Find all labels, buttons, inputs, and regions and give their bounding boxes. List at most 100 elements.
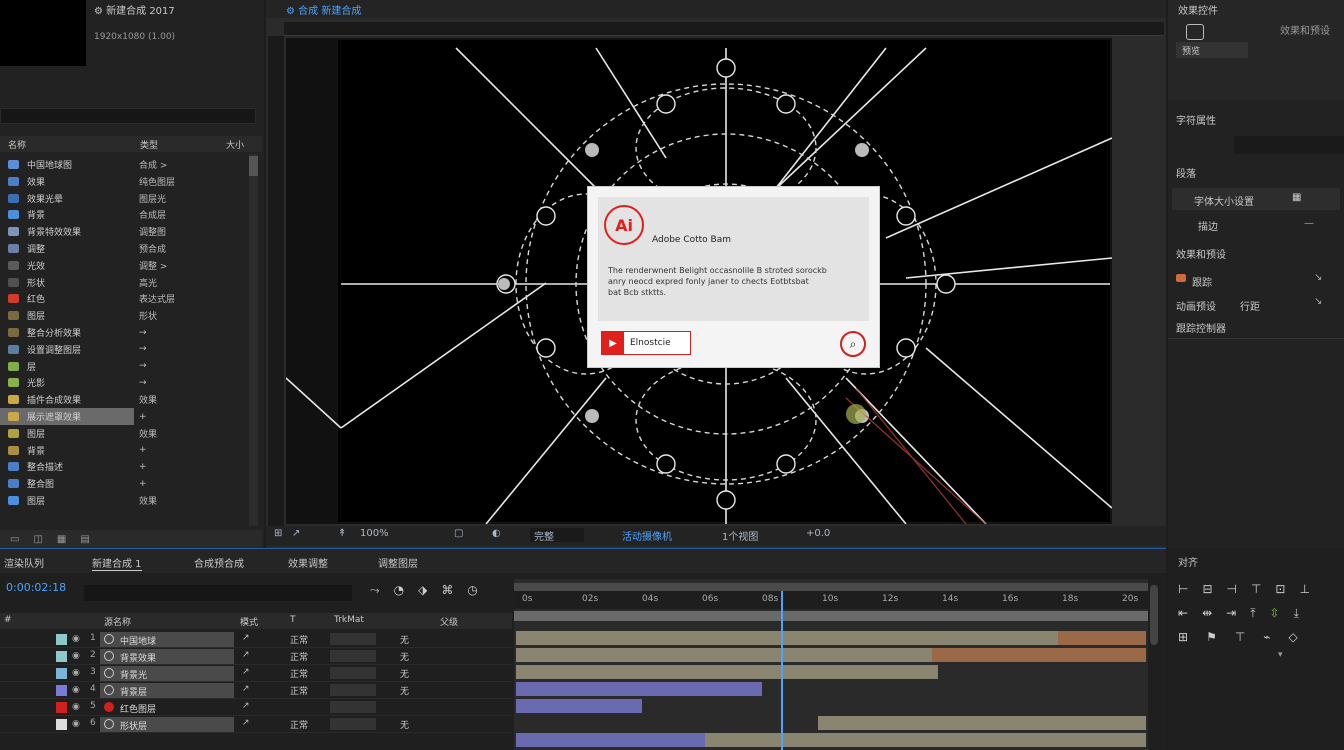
work-area-bar[interactable] <box>514 583 1148 591</box>
layer-mode[interactable]: 正常 <box>290 650 308 663</box>
layer-visibility-icon[interactable]: ◉ <box>72 668 80 678</box>
layer-parent[interactable]: 无 <box>400 667 409 680</box>
project-item[interactable]: 调整 预合成 <box>0 240 262 257</box>
layer-label-color[interactable] <box>56 702 67 713</box>
dialog-primary-button[interactable]: ▶ Elnostcie <box>601 331 691 355</box>
distribute-bottom-icon[interactable]: ⤓ <box>1294 606 1299 621</box>
graph-editor-icon[interactable]: ⌘ <box>441 583 453 598</box>
col-trkmat[interactable]: TrkMat <box>334 615 364 625</box>
effects-controls-tab[interactable]: 效果控件 <box>1178 2 1218 17</box>
project-item[interactable]: 背景特效效果 调整图 <box>0 223 262 240</box>
layer-row[interactable]: ◉ 3 背景光 ↗ 正常 无 <box>0 665 512 682</box>
search-icon[interactable]: ⌕ <box>840 331 866 357</box>
layer-label-color[interactable] <box>56 651 67 662</box>
project-item[interactable]: 背景 + <box>0 442 262 459</box>
layer-label-color[interactable] <box>56 719 67 730</box>
timeline-track-area[interactable]: 0s 02s 04s 06s 08s 10s 12s 14s 16s 18s 20s <box>514 579 1148 750</box>
camera-view-select[interactable]: 活动摄像机 <box>622 528 672 543</box>
align-hcenter-icon[interactable]: ⊟ <box>1202 582 1212 596</box>
layer-duration-bar[interactable] <box>705 733 1146 747</box>
project-item[interactable]: 图层 效果 <box>0 492 262 509</box>
project-item[interactable]: 插件合成效果 效果 <box>0 391 262 408</box>
timeline-vertical-scrollbar[interactable] <box>1150 585 1158 645</box>
layer-visibility-icon[interactable]: ◉ <box>72 651 80 661</box>
layer-row[interactable]: ◉ 4 背景层 ↗ 正常 无 <box>0 682 512 699</box>
layer-row[interactable]: ◉ 5 红色图层 ↗ <box>0 699 512 716</box>
layer-visibility-icon[interactable]: ◉ <box>72 634 80 644</box>
new-comp-icon[interactable]: ◫ <box>33 534 42 545</box>
zoom-select[interactable]: 100% <box>360 528 389 542</box>
layer-trkmat[interactable] <box>330 701 376 713</box>
shy-icon[interactable]: ◷ <box>467 583 477 598</box>
layer-name-cell[interactable]: 中国地球 <box>100 632 234 647</box>
project-item[interactable]: 整合描述 + <box>0 458 262 475</box>
align-bottom-icon[interactable]: ⊥ <box>1299 582 1309 596</box>
project-item[interactable]: 背景 合成层 <box>0 206 262 223</box>
stroke-label[interactable]: 描边 <box>1198 218 1218 233</box>
gem-icon[interactable]: ◇ <box>1289 630 1298 644</box>
tracking-arrow-icon[interactable]: ↘ <box>1314 272 1322 283</box>
transparency-icon[interactable]: ↗ <box>292 528 300 542</box>
layer-parent[interactable]: 无 <box>400 633 409 646</box>
presets-arrow-icon[interactable]: ↘ <box>1314 296 1322 307</box>
tracking-label[interactable]: 跟踪 <box>1192 274 1212 289</box>
section-paragraph[interactable]: 段落 <box>1176 165 1196 180</box>
layer-trkmat[interactable] <box>330 650 376 662</box>
header-name[interactable]: 名称 <box>8 138 26 151</box>
resolution-select[interactable]: 完整 <box>530 528 584 543</box>
layer-name-cell[interactable]: 形状层 <box>100 717 234 732</box>
layer-switch-icon[interactable]: ↗ <box>242 718 250 728</box>
bpc-icon[interactable]: ▦ <box>57 534 66 545</box>
timeline-tab-5[interactable]: 调整图层 <box>378 555 418 570</box>
project-item[interactable]: 层 → <box>0 358 262 375</box>
header-size[interactable]: 大小 <box>226 138 244 151</box>
layer-visibility-icon[interactable]: ◉ <box>72 719 80 729</box>
layer-trkmat[interactable] <box>330 633 376 645</box>
project-item[interactable]: 图层 形状 <box>0 307 262 324</box>
layer-row[interactable]: ◉ 2 背景效果 ↗ 正常 无 <box>0 648 512 665</box>
layer-label-color[interactable] <box>56 685 67 696</box>
distribute-top-icon[interactable]: ⤒ <box>1250 606 1255 621</box>
layer-mode[interactable]: 正常 <box>290 718 308 731</box>
section-presets[interactable]: 效果和预设 <box>1176 246 1226 261</box>
project-item[interactable]: 形状 高光 <box>0 274 262 291</box>
layer-visibility-icon[interactable]: ◉ <box>72 685 80 695</box>
distribute-right-icon[interactable]: ⇥ <box>1226 606 1236 621</box>
new-folder-icon[interactable]: ▭ <box>10 534 19 545</box>
layer-mode[interactable]: 正常 <box>290 633 308 646</box>
layer-name-cell[interactable]: 背景层 <box>100 683 234 698</box>
timeline-tab-4[interactable]: 效果调整 <box>288 555 328 570</box>
search-field[interactable] <box>1234 136 1344 154</box>
layer-trkmat[interactable] <box>330 718 376 730</box>
wand-icon[interactable]: ⌁ <box>1263 630 1270 644</box>
timecode-display[interactable]: 0:00:02:18 <box>6 581 66 594</box>
project-item[interactable]: 效果 纯色图层 <box>0 173 262 190</box>
align-top-icon[interactable]: ⊤ <box>1251 582 1261 596</box>
section-character[interactable]: 字符属性 <box>1176 112 1216 127</box>
layer-label-color[interactable] <box>56 668 67 679</box>
layer-duration-bar[interactable] <box>516 733 705 747</box>
composition-canvas[interactable]: Ai Adobe Cotto Bam The renderwnent Belig… <box>286 38 1112 524</box>
flag-icon[interactable]: ⚑ <box>1206 630 1217 644</box>
draft-3d-icon[interactable]: ⤳ <box>370 583 380 598</box>
distribute-v-icon[interactable]: ⇳ <box>1270 606 1280 621</box>
align-vcenter-icon[interactable]: ⊡ <box>1275 582 1285 596</box>
layer-trkmat[interactable] <box>330 684 376 696</box>
layer-duration-bar[interactable] <box>516 648 932 662</box>
layer-name-cell[interactable]: 背景效果 <box>100 649 234 664</box>
project-item[interactable]: 整合分析效果 → <box>0 324 262 341</box>
layer-label-color[interactable] <box>56 634 67 645</box>
project-item[interactable]: 整合图 + <box>0 475 262 492</box>
leading-label[interactable]: 行距 <box>1240 298 1260 313</box>
project-search-input[interactable] <box>0 108 256 124</box>
project-item[interactable]: 光效 调整 > <box>0 257 262 274</box>
layer-duration-bar[interactable] <box>931 648 1146 662</box>
project-item[interactable]: 红色 表达式层 <box>0 290 262 307</box>
mask-icon[interactable]: ↟ <box>338 528 346 542</box>
layer-parent[interactable]: 无 <box>400 718 409 731</box>
project-item[interactable]: 展示遮罩效果 + <box>0 408 262 425</box>
layer-switch-icon[interactable]: ↗ <box>242 684 250 694</box>
project-item[interactable]: 图层 效果 <box>0 425 262 442</box>
views-select[interactable]: 1个视图 <box>722 528 758 543</box>
layer-duration-bar[interactable] <box>516 665 939 679</box>
